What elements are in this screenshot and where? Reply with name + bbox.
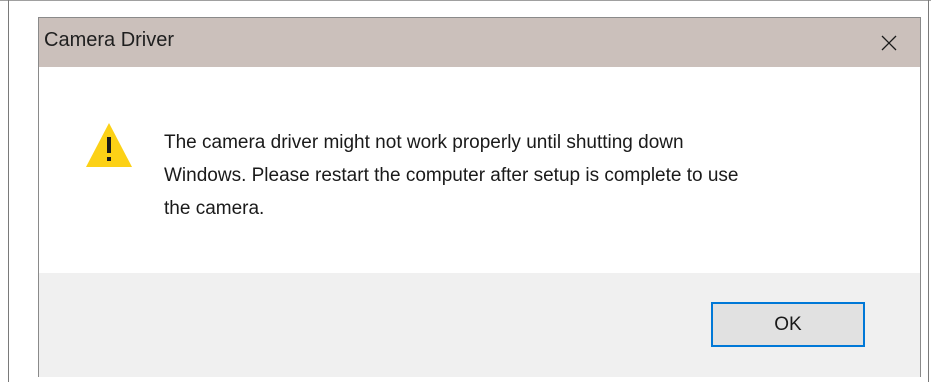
background-window-edge-right <box>928 0 929 382</box>
message-line: Windows. Please restart the computer aft… <box>164 165 739 186</box>
dialog-title: Camera Driver <box>44 29 175 51</box>
message-line: The camera driver might not work properl… <box>164 132 684 153</box>
ok-button[interactable]: OK <box>711 302 865 347</box>
camera-driver-dialog: Camera Driver The camera driver might no… <box>38 17 921 377</box>
message-line: the camera. <box>164 198 265 219</box>
title-bar[interactable]: Camera Driver <box>39 18 920 67</box>
dialog-content: The camera driver might not work properl… <box>39 67 920 273</box>
close-icon <box>881 35 897 51</box>
dialog-footer: OK <box>39 273 920 377</box>
close-button[interactable] <box>858 18 920 67</box>
background-window-edge-top <box>0 0 931 1</box>
background-window-edge-left <box>8 0 9 382</box>
warning-icon <box>86 123 132 167</box>
warning-message: The camera driver might not work properl… <box>164 126 884 225</box>
